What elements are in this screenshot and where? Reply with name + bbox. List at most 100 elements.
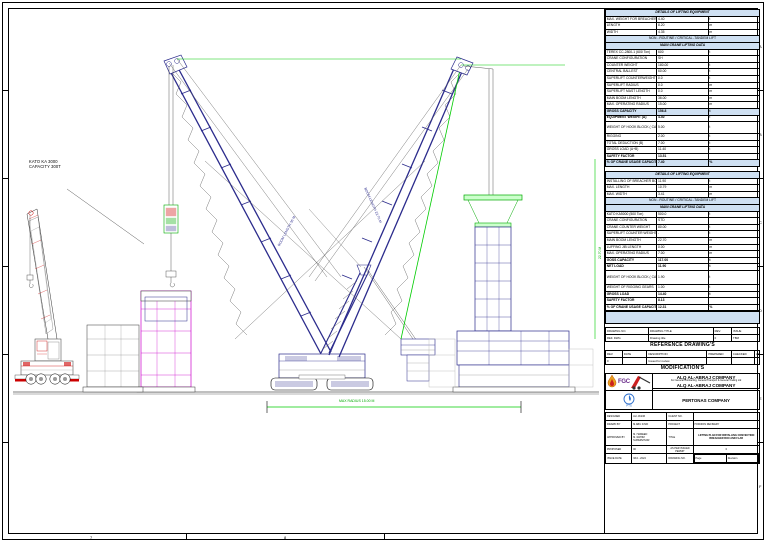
client-logo-icon: PTS [623, 393, 635, 407]
usage-capacity-label: % OF CRANE USAGE CAPACITY [604, 159, 658, 168]
hook-block-label: WEIGHT OF HOOK BLOCK ( CAP:150t)(HOOK PA… [604, 269, 658, 285]
mod-cell-0: 0 [605, 357, 623, 366]
modifications-table: REV. DATE DESCRIPTION PREPARED CHECKED A… [605, 350, 761, 366]
ref-header-3: ISSUE [731, 327, 760, 336]
usage-capacity-unit: % [707, 303, 761, 312]
row-value: 10.79 [656, 184, 709, 192]
equipment-weight-unit: t [707, 114, 761, 123]
notes-band [605, 311, 760, 325]
row-label: COUNTER WEIGHT [604, 61, 658, 70]
row-value: 0.00 [656, 243, 709, 252]
safety-factor-value: 8.13 [656, 297, 709, 305]
zone-tick [2, 354, 9, 355]
row-label: LUFFING JIB LENGTH [604, 243, 658, 252]
safety-factor-unit [707, 297, 761, 305]
row-unit: t [707, 15, 761, 24]
safety-factor-label: SAFETY FACTOR [604, 297, 658, 305]
logo-text: FGC [618, 379, 630, 386]
gross-capacity-label: GROSS CAPACITY [604, 107, 658, 116]
row-value: 2.00 [656, 133, 709, 141]
row-value: 600 [656, 48, 709, 57]
ref-header-2: REV. [712, 327, 733, 336]
row-value: 15.00 [656, 101, 709, 109]
drawing-title: LIFTING PLAN FOR INSTALLING CONVECTION B… [692, 428, 761, 447]
zone-tick [2, 90, 9, 91]
titleblock-key: DRAWN BY [604, 420, 633, 430]
spreader-beam [463, 194, 523, 201]
lifting-data-table-2: DETAILS OF LIFTING EQUIPMENT INSTALLING … [604, 171, 761, 312]
row-label: RIGGING [604, 133, 658, 141]
client-name-cell: PERTONAS COMPANY [652, 390, 760, 411]
row-unit [707, 55, 761, 63]
contractor-name-cell: ALQ AL-ABRAJ COMPANY For General Contrac… [652, 373, 760, 390]
table1-header: DETAILS OF LIFTING EQUIPMENT [605, 9, 760, 17]
net-load-value: 11.90 [656, 263, 709, 271]
safety-factor-value: 13.51 [656, 152, 709, 161]
row-value: STD [656, 217, 709, 225]
row-value: 22.70 [656, 237, 709, 245]
table1-subheader: MAIN CRANE LIFTING DATA [605, 41, 760, 50]
row-label: MAX. OPERATING RADIUS [604, 250, 658, 258]
zone-number: 7 [90, 535, 93, 540]
row-unit: t [707, 61, 761, 70]
row-value: 0.0 [656, 88, 709, 96]
row-unit: m [707, 243, 761, 252]
row-value: 0.0 [656, 74, 709, 83]
rigging-gears-unit: t [707, 283, 761, 292]
gross-load-value: 14.40 [656, 290, 709, 299]
mod-cell-3 [706, 357, 732, 366]
flare-tower-structure [428, 226, 594, 393]
titleblock-value: HORIZON REFINERY [692, 420, 761, 430]
table1-lift-class-band: NON - ROUTINE / CRITICAL -TANDEM LIFT [605, 35, 760, 43]
height-dimension: 22.70 M [598, 246, 602, 259]
row-label: SUPERLIFT RADIUS [604, 81, 658, 90]
row-label: SUPERLIFT COUNTER WEIGHT [604, 230, 658, 238]
row-value: 7.00 [656, 139, 709, 148]
row-unit: t [707, 210, 761, 219]
ballast-tray [400, 338, 436, 382]
row-unit: m [707, 22, 761, 30]
titleblock-key: PROPOSED [604, 445, 633, 455]
row-value: 8.20 [656, 22, 709, 30]
mod-header-1: DATE [621, 350, 648, 359]
mod-cell-5 [753, 357, 761, 366]
row-value: 4.40 [656, 15, 709, 24]
callout-line-2: CAPACITY 300T [29, 164, 61, 170]
row-label: GROSS LOAD (A+B) [604, 146, 658, 154]
row-label: SUPERLIFT COUNTERWEIGHT [604, 74, 658, 83]
contractor-company-name-2: ALQ AL-ABRAJ COMPANY [676, 382, 736, 388]
equipment-weight-value: 4.40 [656, 114, 709, 123]
mod-cell-1 [621, 357, 648, 366]
kato-ka3000-crane [14, 208, 80, 385]
titleblock-value: M.ABU D.MO [631, 420, 668, 430]
equipment-weight-label: EQUIPMENT WEIGHT (A) [604, 114, 658, 123]
goss-capacity-value: 117.00 [656, 256, 709, 265]
row-value: 7.00 [656, 250, 709, 258]
mod-header-2: DESCRIPTION [646, 350, 708, 359]
titleblock-status: AS PER ISSUED PERMIT [666, 445, 694, 455]
hook-block-value: 1.90 [656, 269, 709, 285]
row-value: 3.41 [656, 190, 709, 199]
mod-cell-2: Issued for review [646, 357, 708, 366]
goss-capacity-unit: t [707, 256, 761, 265]
row-unit: t [707, 74, 761, 83]
title-and-data-panel: DETAILS OF LIFTING EQUIPMENT MAX. WEIGHT… [604, 9, 761, 533]
goss-capacity-label: GOSS CAPACITY [604, 256, 658, 265]
row-value: 80.00 [656, 223, 709, 232]
row-value: 4.35 [656, 28, 709, 37]
row-label: INSTALLING OF BREACHER BOX [604, 177, 658, 186]
titleblock-value: M. HAMEED M. RAHIM SUPERVISOR [631, 428, 668, 447]
row-unit: m [707, 250, 761, 258]
lifting-data-table-1: DETAILS OF LIFTING EQUIPMENT MAX. WEIGHT… [604, 9, 761, 168]
drawing-sheet: A B C D E F 7 8 KATO KA 3000 CAPACITY 30… [0, 0, 768, 543]
hook-block-label: WEIGHT OF HOOK BLOCK ( CAP:1680t)HOOK PA… [604, 121, 658, 135]
row-unit: t [707, 139, 761, 148]
zone-number: 8 [284, 535, 287, 540]
row-label: TOTAL DEDUCTION (B) [604, 139, 658, 148]
titleblock-value: 3/10 - 2024 [631, 453, 668, 465]
row-unit: t [707, 146, 761, 154]
row-value: 11.90 [656, 177, 709, 186]
row-label: MAX. OPERATING RADIUS [604, 101, 658, 109]
row-label: MAX. WEIGHT FOR BREACHER BOX [604, 15, 658, 24]
zone-tick [2, 178, 9, 179]
